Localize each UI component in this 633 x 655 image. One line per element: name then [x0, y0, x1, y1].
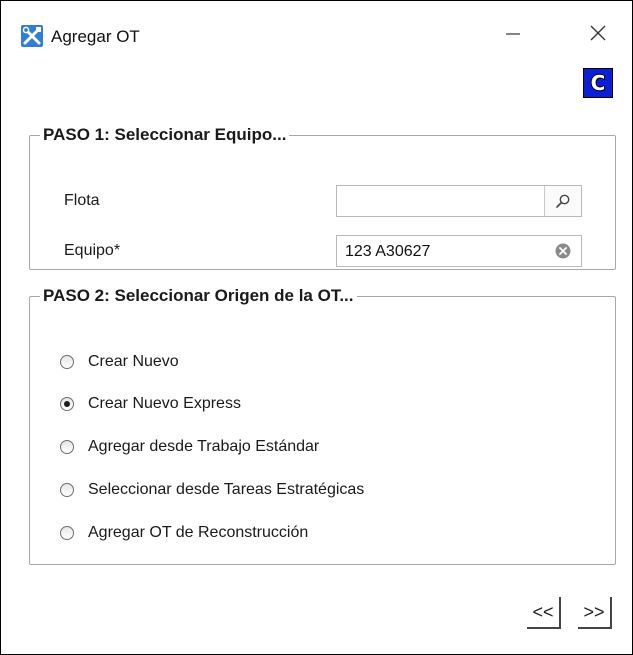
radio-button[interactable]: [60, 483, 74, 497]
radio-button[interactable]: [60, 440, 74, 454]
option-crear-nuevo[interactable]: Crear Nuevo: [60, 353, 179, 371]
minimize-button[interactable]: [490, 15, 536, 55]
step1-group: PASO 1: Seleccionar Equipo... Flota Equi…: [29, 125, 616, 270]
minimize-icon: [505, 25, 521, 46]
flota-label: Flota: [64, 192, 100, 209]
flota-field[interactable]: [336, 185, 582, 217]
radio-button-checked[interactable]: [60, 397, 74, 411]
window-title: Agregar OT: [51, 27, 140, 46]
c-button[interactable]: C: [583, 68, 613, 98]
equipo-value: 123 A30627: [345, 243, 431, 260]
radio-label: Crear Nuevo: [88, 353, 179, 370]
option-trabajo-estandar[interactable]: Agregar desde Trabajo Estándar: [60, 438, 319, 456]
agregar-ot-dialog: Agregar OT C PASO 1: Seleccionar Equipo.…: [0, 0, 633, 655]
search-icon[interactable]: [544, 186, 581, 216]
clear-icon[interactable]: [545, 236, 581, 266]
previous-button[interactable]: <<: [527, 597, 561, 629]
radio-label: Agregar OT de Reconstrucción: [88, 524, 309, 541]
close-icon: [589, 24, 607, 47]
option-crear-nuevo-express[interactable]: Crear Nuevo Express: [60, 395, 241, 413]
radio-label: Crear Nuevo Express: [88, 395, 241, 412]
step1-title: PASO 1: Seleccionar Equipo...: [43, 125, 287, 144]
radio-label: Seleccionar desde Tareas Estratégicas: [88, 481, 365, 498]
option-tareas-estrategicas[interactable]: Seleccionar desde Tareas Estratégicas: [60, 481, 364, 499]
next-button[interactable]: >>: [578, 597, 612, 629]
radio-button[interactable]: [60, 355, 74, 369]
radio-button[interactable]: [60, 526, 74, 540]
c-button-label: C: [590, 71, 606, 95]
title-bar[interactable]: Agregar OT: [1, 1, 632, 61]
option-ot-reconstruccion[interactable]: Agregar OT de Reconstrucción: [60, 524, 308, 542]
radio-label: Agregar desde Trabajo Estándar: [88, 438, 320, 455]
tools-icon: [21, 25, 43, 47]
close-button[interactable]: [575, 15, 621, 55]
equipo-field[interactable]: 123 A30627: [336, 235, 582, 267]
step2-group: PASO 2: Seleccionar Origen de la OT... C…: [29, 286, 616, 565]
step2-title: PASO 2: Seleccionar Origen de la OT...: [43, 286, 354, 305]
equipo-label: Equipo*: [64, 242, 121, 259]
